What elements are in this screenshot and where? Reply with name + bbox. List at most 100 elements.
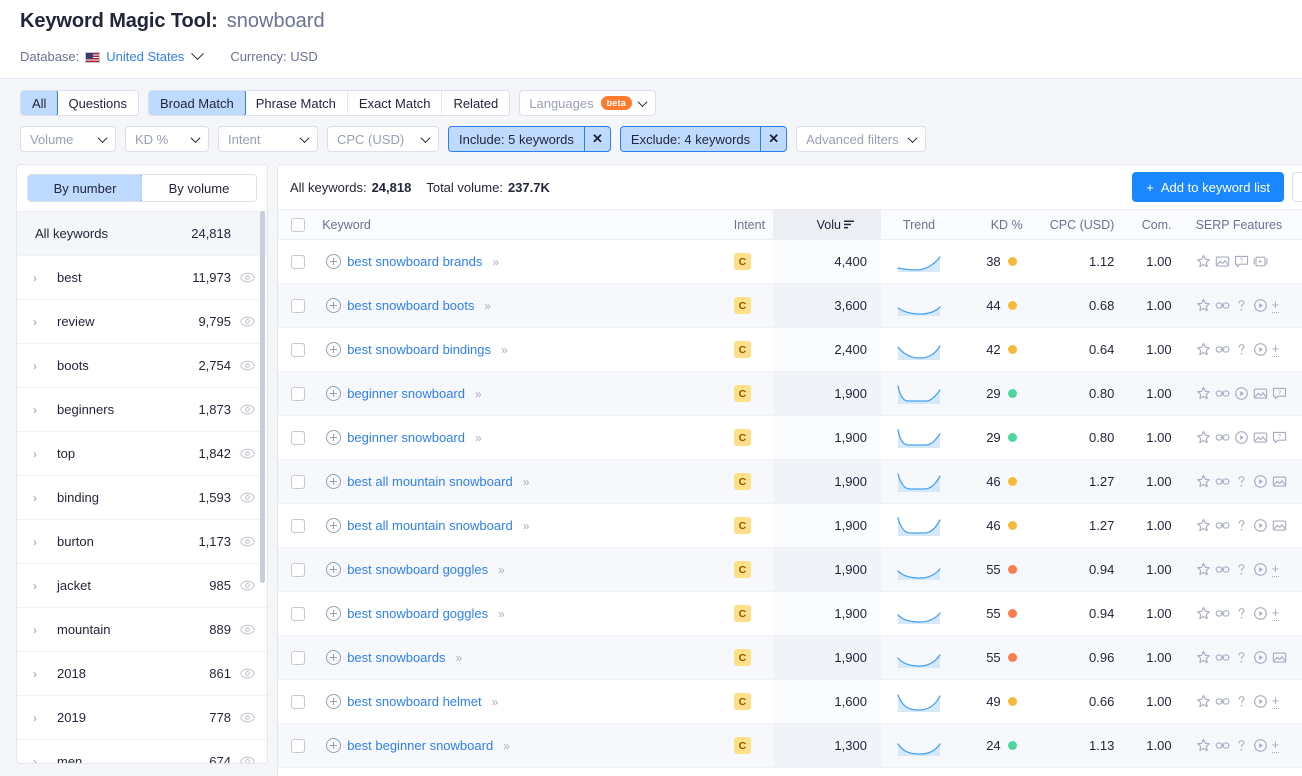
row-checkbox[interactable] bbox=[291, 475, 305, 489]
serp-question-icon[interactable] bbox=[1234, 650, 1249, 665]
row-select-cell[interactable] bbox=[278, 680, 318, 724]
row-checkbox[interactable] bbox=[291, 563, 305, 577]
serp-link-icon[interactable] bbox=[1215, 386, 1230, 401]
row-select-cell[interactable] bbox=[278, 636, 318, 680]
chevron-right-icon[interactable]: › bbox=[33, 403, 47, 417]
sidebar-item-burton[interactable]: ›burton1,173 bbox=[17, 519, 267, 563]
serp-image-icon[interactable] bbox=[1253, 430, 1268, 445]
visibility-icon[interactable] bbox=[240, 622, 255, 637]
chevron-right-icon[interactable]: › bbox=[33, 271, 47, 285]
expand-keyword-icon[interactable]: » bbox=[523, 519, 528, 533]
keyword-link[interactable]: beginner snowboard bbox=[347, 386, 465, 401]
serp-image-icon[interactable] bbox=[1272, 474, 1287, 489]
visibility-icon[interactable] bbox=[240, 710, 255, 725]
serp-more-icon[interactable]: + bbox=[1272, 738, 1280, 753]
table-row[interactable]: best snowboard brands»C4,400381.121.00? bbox=[278, 240, 1302, 284]
visibility-icon[interactable] bbox=[240, 402, 255, 417]
serp-star-icon[interactable] bbox=[1196, 606, 1211, 621]
sidebar-item-best[interactable]: ›best11,973 bbox=[17, 255, 267, 299]
th-trend[interactable]: Trend bbox=[881, 210, 957, 240]
tab-questions[interactable]: Questions bbox=[57, 91, 138, 115]
serp-video-icon[interactable] bbox=[1234, 430, 1249, 445]
sidebar-item-jacket[interactable]: ›jacket985 bbox=[17, 563, 267, 607]
row-select-cell[interactable] bbox=[278, 372, 318, 416]
serp-video-icon[interactable] bbox=[1253, 694, 1268, 709]
serp-more-icon[interactable]: + bbox=[1272, 694, 1280, 709]
serp-link-icon[interactable] bbox=[1215, 650, 1230, 665]
keyword-link[interactable]: best snowboard helmet bbox=[347, 694, 481, 709]
exclude-keywords-filter[interactable]: Exclude: 4 keywords ✕ bbox=[620, 126, 787, 152]
sidebar-item-boots[interactable]: ›boots2,754 bbox=[17, 343, 267, 387]
tab-by-number[interactable]: By number bbox=[27, 174, 143, 202]
visibility-icon[interactable] bbox=[240, 490, 255, 505]
select-all-checkbox[interactable] bbox=[291, 218, 305, 232]
intent-badge[interactable]: C bbox=[734, 693, 751, 710]
serp-question-icon[interactable] bbox=[1234, 298, 1249, 313]
include-keywords-filter[interactable]: Include: 5 keywords ✕ bbox=[448, 126, 611, 152]
expand-keyword-icon[interactable]: » bbox=[498, 563, 503, 577]
keyword-link[interactable]: best snowboards bbox=[347, 650, 445, 665]
serp-image-icon[interactable] bbox=[1272, 650, 1287, 665]
expand-keyword-icon[interactable]: » bbox=[475, 431, 480, 445]
expand-keyword-icon[interactable]: » bbox=[523, 475, 528, 489]
add-keyword-icon[interactable] bbox=[326, 430, 341, 445]
expand-keyword-icon[interactable]: » bbox=[475, 387, 480, 401]
table-row[interactable]: best snowboard bindings»C2,400420.641.00… bbox=[278, 328, 1302, 372]
th-com[interactable]: Com. bbox=[1126, 210, 1185, 240]
serp-image-icon[interactable] bbox=[1272, 518, 1287, 533]
chevron-right-icon[interactable]: › bbox=[33, 315, 47, 329]
visibility-icon[interactable] bbox=[240, 534, 255, 549]
add-keyword-icon[interactable] bbox=[326, 298, 341, 313]
keyword-link[interactable]: best snowboard goggles bbox=[347, 562, 488, 577]
languages-dropdown[interactable]: Languages beta bbox=[519, 90, 656, 116]
export-button[interactable] bbox=[1292, 172, 1302, 202]
sidebar-item-binding[interactable]: ›binding1,593 bbox=[17, 475, 267, 519]
keyword-link[interactable]: best snowboard brands bbox=[347, 254, 482, 269]
serp-link-icon[interactable] bbox=[1215, 562, 1230, 577]
serp-faq-icon[interactable]: ? bbox=[1272, 430, 1287, 445]
serp-link-icon[interactable] bbox=[1215, 606, 1230, 621]
sidebar-item-top[interactable]: ›top1,842 bbox=[17, 431, 267, 475]
serp-more-icon[interactable]: + bbox=[1272, 562, 1280, 577]
table-row[interactable]: best snowboard goggles»C1,900550.941.00+ bbox=[278, 548, 1302, 592]
expand-keyword-icon[interactable]: » bbox=[498, 607, 503, 621]
sidebar-scrollbar[interactable] bbox=[260, 211, 265, 583]
th-cpc[interactable]: CPC (USD) bbox=[1023, 210, 1127, 240]
serp-question-icon[interactable] bbox=[1234, 342, 1249, 357]
row-select-cell[interactable] bbox=[278, 504, 318, 548]
intent-badge[interactable]: C bbox=[734, 473, 751, 490]
expand-keyword-icon[interactable]: » bbox=[484, 299, 489, 313]
serp-star-icon[interactable] bbox=[1196, 518, 1211, 533]
add-keyword-icon[interactable] bbox=[326, 254, 341, 269]
serp-faq-icon[interactable]: ? bbox=[1234, 254, 1249, 269]
serp-star-icon[interactable] bbox=[1196, 738, 1211, 753]
expand-keyword-icon[interactable]: » bbox=[492, 255, 497, 269]
serp-image-icon[interactable] bbox=[1215, 254, 1230, 269]
row-checkbox[interactable] bbox=[291, 387, 305, 401]
row-checkbox[interactable] bbox=[291, 739, 305, 753]
visibility-icon[interactable] bbox=[240, 754, 255, 764]
intent-badge[interactable]: C bbox=[734, 649, 751, 666]
intent-badge[interactable]: C bbox=[734, 297, 751, 314]
sidebar-item-men[interactable]: ›men674 bbox=[17, 739, 267, 764]
chevron-right-icon[interactable]: › bbox=[33, 667, 47, 681]
row-checkbox[interactable] bbox=[291, 695, 305, 709]
serp-star-icon[interactable] bbox=[1196, 386, 1211, 401]
serp-video-icon[interactable] bbox=[1253, 342, 1268, 357]
intent-badge[interactable]: C bbox=[734, 429, 751, 446]
visibility-icon[interactable] bbox=[240, 358, 255, 373]
th-select-all[interactable] bbox=[278, 210, 318, 240]
serp-star-icon[interactable] bbox=[1196, 298, 1211, 313]
intent-badge[interactable]: C bbox=[734, 517, 751, 534]
add-keyword-icon[interactable] bbox=[326, 474, 341, 489]
serp-video-icon[interactable] bbox=[1253, 650, 1268, 665]
keyword-link[interactable]: beginner snowboard bbox=[347, 430, 465, 445]
row-select-cell[interactable] bbox=[278, 592, 318, 636]
sidebar-item-2018[interactable]: ›2018861 bbox=[17, 651, 267, 695]
serp-more-icon[interactable]: + bbox=[1272, 606, 1280, 621]
intent-badge[interactable]: C bbox=[734, 561, 751, 578]
chevron-right-icon[interactable]: › bbox=[33, 711, 47, 725]
serp-video-icon[interactable] bbox=[1253, 606, 1268, 621]
table-row[interactable]: beginner snowboard»C1,900290.801.00? bbox=[278, 416, 1302, 460]
kd-filter[interactable]: KD % bbox=[125, 126, 209, 152]
